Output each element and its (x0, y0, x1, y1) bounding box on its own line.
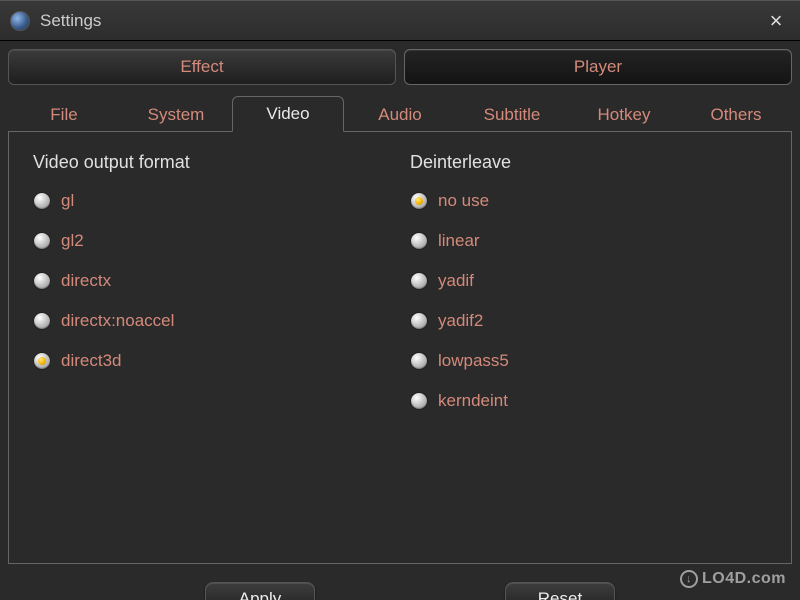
radio-icon (33, 352, 51, 370)
radio-label: lowpass5 (438, 351, 509, 371)
radio-label: gl2 (61, 231, 84, 251)
radio-icon (33, 192, 51, 210)
radio-gl[interactable]: gl (33, 191, 390, 211)
subtab-others[interactable]: Others (680, 96, 792, 132)
app-icon (10, 11, 30, 31)
window-title: Settings (40, 11, 101, 31)
radio-icon (410, 232, 428, 250)
subtab-audio[interactable]: Audio (344, 96, 456, 132)
content-panel: Video output format gl gl2 directx direc… (8, 132, 792, 564)
radio-directx-noaccel[interactable]: directx:noaccel (33, 311, 390, 331)
radio-label: yadif2 (438, 311, 483, 331)
radio-icon (33, 272, 51, 290)
radio-icon (33, 312, 51, 330)
radio-no-use[interactable]: no use (410, 191, 767, 211)
tab-effect[interactable]: Effect (8, 49, 396, 85)
radio-lowpass5[interactable]: lowpass5 (410, 351, 767, 371)
group-deinterleave: Deinterleave no use linear yadif yadif2 … (410, 152, 767, 543)
radio-yadif2[interactable]: yadif2 (410, 311, 767, 331)
radio-icon (410, 392, 428, 410)
group-title-deinterleave: Deinterleave (410, 152, 767, 173)
subtab-subtitle[interactable]: Subtitle (456, 96, 568, 132)
sub-tab-row: File System Video Audio Subtitle Hotkey … (0, 89, 800, 131)
subtab-file[interactable]: File (8, 96, 120, 132)
titlebar: Settings × (0, 1, 800, 41)
radio-label: kerndeint (438, 391, 508, 411)
radio-icon (410, 352, 428, 370)
settings-window: Settings × Effect Player File System Vid… (0, 0, 800, 600)
close-button[interactable]: × (762, 7, 790, 35)
radio-label: yadif (438, 271, 474, 291)
radio-direct3d[interactable]: direct3d (33, 351, 390, 371)
radio-label: gl (61, 191, 74, 211)
reset-button[interactable]: Reset (505, 582, 615, 600)
radio-label: directx:noaccel (61, 311, 174, 331)
group-video-output: Video output format gl gl2 directx direc… (33, 152, 390, 543)
tab-player[interactable]: Player (404, 49, 792, 85)
close-icon: × (770, 8, 783, 34)
radio-label: directx (61, 271, 111, 291)
radio-kerndeint[interactable]: kerndeint (410, 391, 767, 411)
radio-label: direct3d (61, 351, 121, 371)
radio-icon (410, 312, 428, 330)
subtab-video[interactable]: Video (232, 96, 344, 132)
apply-button[interactable]: Apply (205, 582, 315, 600)
radio-linear[interactable]: linear (410, 231, 767, 251)
subtab-system[interactable]: System (120, 96, 232, 132)
subtab-hotkey[interactable]: Hotkey (568, 96, 680, 132)
radio-icon (410, 192, 428, 210)
radio-gl2[interactable]: gl2 (33, 231, 390, 251)
radio-yadif[interactable]: yadif (410, 271, 767, 291)
radio-icon (410, 272, 428, 290)
radio-label: no use (438, 191, 489, 211)
group-title-output: Video output format (33, 152, 390, 173)
radio-directx[interactable]: directx (33, 271, 390, 291)
radio-icon (33, 232, 51, 250)
primary-tab-row: Effect Player (0, 41, 800, 89)
radio-label: linear (438, 231, 480, 251)
button-row: Apply Reset (0, 572, 800, 600)
